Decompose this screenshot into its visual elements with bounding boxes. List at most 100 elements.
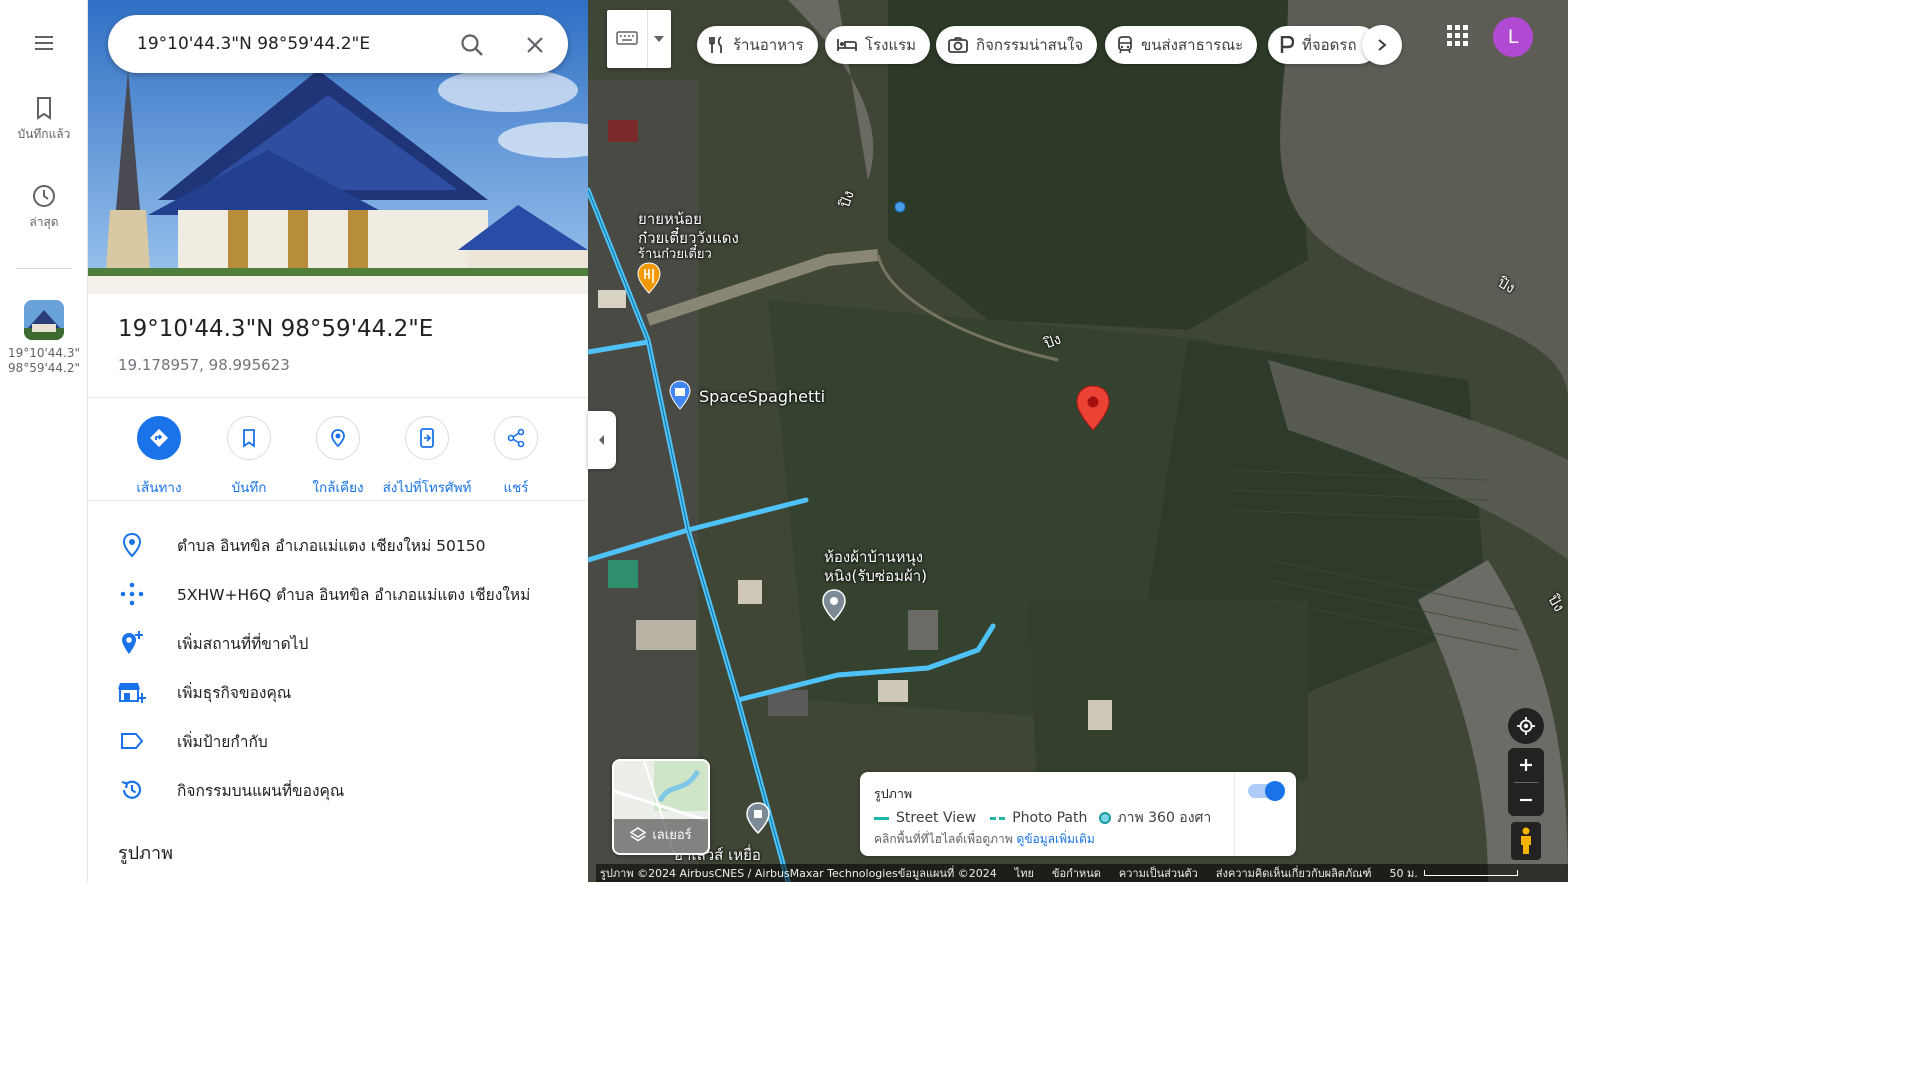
parking-icon bbox=[1280, 36, 1294, 53]
add-label-row[interactable]: เพิ่มป้ายกำกับ bbox=[88, 721, 588, 761]
imagery-attribution: รูปภาพ ©2024 AirbusCNES / AirbusMaxar Te… bbox=[600, 867, 997, 880]
plus-code-icon bbox=[120, 582, 144, 606]
shopping-marker-icon[interactable] bbox=[668, 380, 692, 410]
restaurant-marker-icon[interactable] bbox=[636, 262, 662, 294]
address-row[interactable]: ตำบล อินทขิล อำเภอแม่แตง เชียงใหม่ 50150 bbox=[88, 525, 588, 565]
recent-place-item[interactable]: 19°10'44.3" 98°59'44.2" bbox=[0, 300, 88, 376]
my-location-icon bbox=[1517, 717, 1535, 735]
dropped-pin-icon[interactable] bbox=[1075, 385, 1111, 431]
layers-icon bbox=[630, 826, 647, 841]
save-label: บันทึก bbox=[231, 480, 267, 496]
search-box[interactable] bbox=[108, 15, 568, 73]
recent-place-label-1: 19°10'44.3" bbox=[7, 346, 81, 360]
photos-heading: รูปภาพ bbox=[118, 843, 173, 864]
chips-next-button[interactable] bbox=[1362, 25, 1402, 65]
chip-label: ขนส่งสาธารณะ bbox=[1141, 36, 1244, 54]
divider bbox=[88, 500, 588, 501]
street-view-line-icon bbox=[874, 816, 889, 820]
plus-code-row[interactable]: 5XHW+H6Q ตำบล อินทขิล อำเภอแม่แตง เชียงใ… bbox=[88, 574, 588, 614]
photo-360-dot-icon bbox=[1099, 812, 1112, 824]
chip-restaurants[interactable]: ร้านอาหาร bbox=[697, 26, 818, 64]
place-panel: 19°10'44.3"N 98°59'44.2"E 19.178957, 98.… bbox=[88, 0, 588, 882]
legend-title: รูปภาพ bbox=[874, 786, 913, 801]
shop-marker-icon[interactable] bbox=[821, 589, 847, 621]
recent-button[interactable]: ล่าสุด bbox=[0, 183, 88, 230]
legend-note-text: คลิกพื้นที่ที่ไฮไลต์เพื่อดูภาพ bbox=[874, 832, 1013, 846]
add-missing-place-text: เพิ่มสถานที่ที่ขาดไป bbox=[177, 634, 309, 653]
chip-things-to-do[interactable]: กิจกรรมน่าสนใจ bbox=[936, 26, 1098, 64]
map-activity-row[interactable]: กิจกรรมบนแผนที่ของคุณ bbox=[88, 770, 588, 810]
legend-note: คลิกพื้นที่ที่ไฮไลต์เพื่อดูภาพ ดูข้อมูลเ… bbox=[874, 830, 1095, 849]
input-tools-button[interactable] bbox=[607, 10, 671, 68]
place-title: 19°10'44.3"N 98°59'44.2"E bbox=[118, 316, 434, 342]
history-icon bbox=[121, 780, 142, 799]
apps-grid-icon[interactable] bbox=[1444, 22, 1472, 50]
chevron-left-icon bbox=[599, 435, 604, 445]
my-location-button[interactable] bbox=[1508, 708, 1544, 744]
add-business-text: เพิ่มธุรกิจของคุณ bbox=[177, 683, 292, 702]
dropdown-arrow-icon bbox=[654, 36, 664, 42]
map-label-restaurant-type: ร้านก๋วยเตี๋ยว bbox=[638, 247, 712, 262]
save-button[interactable]: บันทึก bbox=[204, 416, 294, 498]
transit-icon bbox=[1118, 36, 1132, 54]
pegman-icon bbox=[1521, 827, 1531, 854]
poi-marker-icon[interactable] bbox=[745, 802, 771, 834]
menu-button[interactable] bbox=[0, 31, 88, 55]
map-label-restaurant-1[interactable]: ยายหน้อย bbox=[638, 210, 702, 228]
search-icon[interactable] bbox=[459, 32, 485, 58]
map-activity-text: กิจกรรมบนแผนที่ของคุณ bbox=[177, 781, 345, 800]
nearby-icon bbox=[331, 429, 345, 448]
legend-learn-more-link[interactable]: ดูข้อมูลเพิ่มเติม bbox=[1017, 832, 1095, 846]
layers-button[interactable]: เลเยอร์ bbox=[612, 759, 710, 855]
map-label-shop-1[interactable]: ห้องผ้าบ้านหนุง bbox=[824, 548, 923, 566]
language-link[interactable]: ไทย bbox=[1015, 864, 1034, 882]
map-label-shop-2[interactable]: หนิง(รับซ่อมผ้า) bbox=[824, 567, 927, 585]
feedback-link[interactable]: ส่งความคิดเห็นเกี่ยวกับผลิตภัณฑ์ bbox=[1216, 864, 1372, 882]
saved-button[interactable]: บันทึกแล้ว bbox=[0, 95, 88, 142]
nearby-button[interactable]: ใกล้เคียง bbox=[293, 416, 383, 498]
address-text: ตำบล อินทขิล อำเภอแม่แตง เชียงใหม่ 50150 bbox=[177, 536, 486, 555]
search-input[interactable] bbox=[137, 34, 437, 54]
recent-place-thumbnail bbox=[24, 300, 64, 340]
directions-label: เส้นทาง bbox=[136, 480, 182, 496]
send-to-phone-label: ส่งไปที่โทรศัพท์ bbox=[382, 480, 472, 496]
share-label: แชร์ bbox=[503, 480, 529, 496]
camera-icon bbox=[948, 37, 968, 53]
plus-icon bbox=[1520, 759, 1532, 771]
map-label-restaurant-2[interactable]: ก๋วยเตี๋ยววังแดง bbox=[638, 229, 739, 247]
share-button[interactable]: แชร์ bbox=[471, 416, 561, 498]
recent-place-label-2: 98°59'44.2" bbox=[7, 361, 81, 375]
directions-button[interactable]: เส้นทาง bbox=[114, 416, 204, 498]
privacy-link[interactable]: ความเป็นส่วนตัว bbox=[1119, 864, 1198, 882]
zoom-in-button[interactable] bbox=[1519, 748, 1533, 782]
nearby-label: ใกล้เคียง bbox=[312, 480, 364, 496]
legend-photo-360: ภาพ 360 องศา bbox=[1117, 810, 1212, 826]
collapse-panel-button[interactable] bbox=[588, 411, 616, 469]
add-missing-place-row[interactable]: เพิ่มสถานที่ที่ขาดไป bbox=[88, 623, 588, 663]
rail-divider bbox=[16, 268, 72, 269]
map-label-spacespaghetti[interactable]: SpaceSpaghetti bbox=[699, 388, 825, 406]
left-rail: บันทึกแล้ว ล่าสุด 19°10'44.3" 98°59'44.2… bbox=[0, 0, 88, 882]
chevron-right-icon bbox=[1378, 39, 1387, 51]
bookmark-icon bbox=[37, 97, 51, 120]
zoom-out-button[interactable] bbox=[1519, 783, 1533, 816]
restaurant-icon bbox=[709, 36, 722, 53]
terms-link[interactable]: ข้อกำหนด bbox=[1052, 864, 1101, 882]
chip-label: โรงแรม bbox=[865, 36, 917, 54]
recent-label: ล่าสุด bbox=[29, 215, 59, 229]
pegman-button[interactable] bbox=[1511, 822, 1541, 860]
close-icon[interactable] bbox=[522, 32, 548, 58]
satellite-imagery bbox=[588, 0, 1568, 882]
chip-transit[interactable]: ขนส่งสาธารณะ bbox=[1105, 26, 1258, 64]
add-business-row[interactable]: เพิ่มธุรกิจของคุณ bbox=[88, 672, 588, 712]
chip-label: กิจกรรมน่าสนใจ bbox=[976, 36, 1084, 54]
scale-label[interactable]: 50 ม. bbox=[1390, 864, 1418, 882]
photo-layer-toggle[interactable] bbox=[1248, 781, 1285, 801]
map-footer: รูปภาพ ©2024 AirbusCNES / AirbusMaxar Te… bbox=[596, 864, 1568, 882]
map-canvas[interactable]: ยายหน้อย ก๋วยเตี๋ยววังแดง ร้านก๋วยเตี๋ยว… bbox=[588, 0, 1568, 882]
send-to-phone-button[interactable]: ส่งไปที่โทรศัพท์ bbox=[382, 416, 472, 498]
hotel-icon bbox=[837, 39, 857, 51]
directions-icon bbox=[150, 429, 168, 447]
account-avatar[interactable]: L bbox=[1493, 17, 1533, 57]
chip-hotels[interactable]: โรงแรม bbox=[825, 26, 931, 64]
